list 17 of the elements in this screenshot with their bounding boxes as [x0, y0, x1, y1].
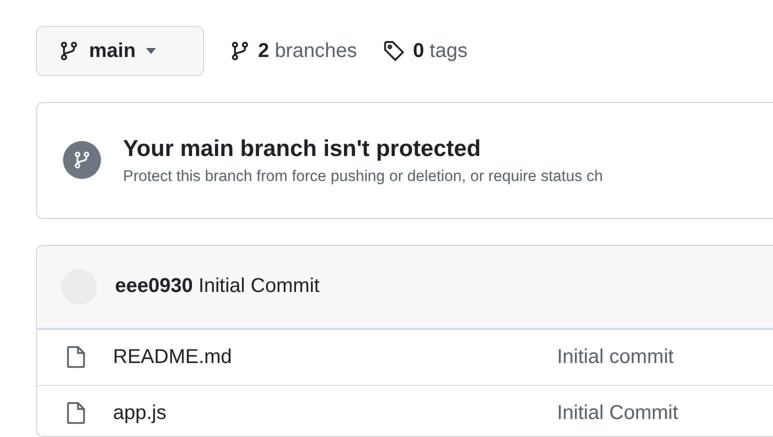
tag-icon [382, 40, 405, 62]
notice-description: Protect this branch from force pushing or deletion, or require status ch [123, 168, 603, 186]
file-name[interactable]: README.md [113, 346, 557, 369]
commit-message: Initial Commit [557, 402, 680, 425]
caret-icon [146, 48, 156, 54]
file-icon [67, 402, 85, 424]
notice-title: Your main branch isn't protected [123, 134, 482, 162]
latest-commit: eee0930 Initial Commit [115, 275, 320, 298]
branch-icon [230, 41, 250, 61]
commit-message: Initial commit [557, 346, 675, 369]
branch-selector-button[interactable]: main [36, 26, 204, 76]
branch-icon [63, 141, 101, 180]
tags-link[interactable]: 0 tags [382, 40, 468, 62]
file-icon [67, 346, 85, 368]
branches-link[interactable]: 2 branches [230, 40, 357, 62]
file-name[interactable]: app.js [113, 402, 557, 425]
branch-icon [59, 41, 79, 61]
